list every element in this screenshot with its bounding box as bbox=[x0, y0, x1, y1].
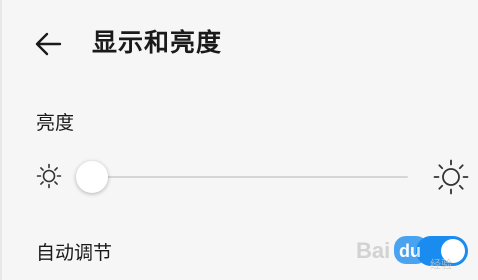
toggle-knob bbox=[441, 239, 465, 263]
slider-track bbox=[92, 176, 408, 178]
sun-small-icon bbox=[36, 163, 62, 189]
sun-large-icon bbox=[433, 159, 469, 195]
arrow-left-icon bbox=[35, 32, 62, 56]
watermark-text-left: Bai bbox=[356, 238, 390, 263]
auto-adjust-toggle[interactable] bbox=[416, 236, 468, 266]
auto-adjust-label: 自动调节 bbox=[36, 242, 113, 264]
slider-thumb[interactable] bbox=[76, 161, 108, 193]
header: 显示和亮度 bbox=[0, 0, 478, 90]
brightness-slider[interactable] bbox=[76, 160, 408, 194]
back-button[interactable] bbox=[30, 28, 66, 60]
brightness-label: 亮度 bbox=[36, 112, 75, 134]
page-title: 显示和亮度 bbox=[92, 28, 223, 57]
